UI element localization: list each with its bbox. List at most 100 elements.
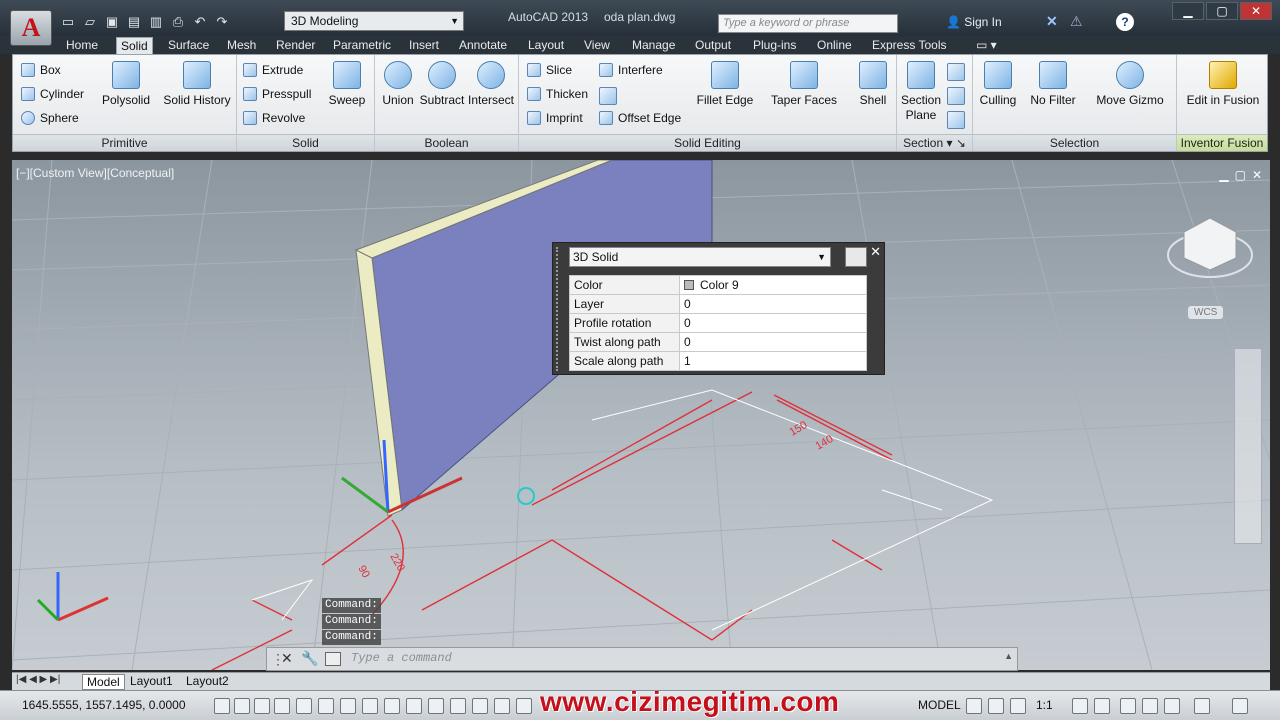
live-section-button[interactable] [947, 63, 970, 81]
tab-plug-ins[interactable]: Plug-ins [749, 37, 800, 53]
grid-display-icon[interactable] [254, 698, 270, 714]
slice-button[interactable]: Slice [527, 63, 572, 77]
new-icon[interactable]: ▭ [58, 13, 78, 31]
extract-edges-button[interactable] [599, 87, 622, 105]
lineweight-icon[interactable] [428, 698, 444, 714]
property-value[interactable]: 0 [679, 294, 867, 314]
auto-scale-icon[interactable] [1094, 698, 1110, 714]
3d-object-snap-icon[interactable] [340, 698, 356, 714]
object-type-dropdown[interactable]: 3D Solid ▼ [569, 247, 831, 267]
tab-insert[interactable]: Insert [405, 37, 443, 53]
imprint-button[interactable]: Imprint [527, 111, 583, 125]
navigation-bar[interactable] [1234, 348, 1262, 544]
cylinder-button[interactable]: Cylinder [21, 87, 84, 101]
polysolid-button[interactable]: Polysolid [99, 61, 153, 107]
tab-annotate[interactable]: Annotate [455, 37, 511, 53]
section-plane-button[interactable]: Section Plane [901, 61, 941, 123]
box-button[interactable]: Box [21, 63, 61, 77]
union-button[interactable]: Union [379, 61, 417, 107]
application-menu-button[interactable]: A [10, 10, 52, 46]
selection-cycling-icon[interactable] [494, 698, 510, 714]
workspace-dropdown[interactable]: 3D Modeling ▼ [284, 11, 464, 31]
presspull-button[interactable]: Presspull [243, 87, 311, 101]
model-space-button[interactable]: MODEL [918, 698, 961, 712]
save-icon[interactable]: ▣ [102, 13, 122, 31]
sign-in-button[interactable]: 👤 Sign In [946, 15, 1002, 29]
interfere-button[interactable]: Interfere [599, 63, 663, 77]
workspace-switching-icon[interactable] [1120, 698, 1136, 714]
tab-solid[interactable]: Solid [116, 37, 153, 54]
edit-in-fusion-button[interactable]: Edit in Fusion [1181, 61, 1265, 107]
viewport-close-button[interactable]: ✕ [1252, 168, 1262, 182]
tab-navigation-icons[interactable]: |◀ ◀ ▶ ▶| [16, 674, 60, 685]
property-value[interactable]: 0 [679, 313, 867, 333]
tab-render[interactable]: Render [272, 37, 319, 53]
shell-button[interactable]: Shell [855, 61, 891, 107]
panel-title-section[interactable]: Section ▾ ↘ [897, 134, 972, 151]
wcs-menu[interactable]: WCS [1188, 306, 1224, 319]
tab-online[interactable]: Online [813, 37, 856, 53]
drawing-viewport[interactable]: 150 140 220 90 [−][Custom View][Conceptu… [12, 160, 1270, 670]
offset-edge-button[interactable]: Offset Edge [599, 111, 681, 125]
restore-button[interactable]: ▢ [1206, 2, 1238, 20]
tab-layout[interactable]: Layout [524, 37, 568, 53]
redo-icon[interactable]: ↷ [212, 13, 232, 31]
close-button[interactable]: ✕ [1240, 2, 1272, 20]
table-row[interactable]: Profile rotation 0 [569, 313, 867, 333]
dynamic-ucs-icon[interactable] [384, 698, 400, 714]
minimize-button[interactable]: ▁ [1172, 2, 1204, 20]
panel-grip[interactable] [556, 247, 564, 371]
quick-properties-icon[interactable] [472, 698, 488, 714]
sphere-button[interactable]: Sphere [21, 111, 79, 125]
fillet-edge-button[interactable]: Fillet Edge [695, 61, 755, 107]
object-snap-tracking-icon[interactable] [362, 698, 378, 714]
save-as-icon[interactable]: ▤ [124, 13, 144, 31]
command-prompt-icon[interactable] [325, 652, 341, 666]
object-snap-icon[interactable] [318, 698, 334, 714]
close-icon[interactable]: ✕ [281, 650, 293, 667]
property-value[interactable]: Color 9 [679, 275, 867, 295]
taper-faces-button[interactable]: Taper Faces [771, 61, 837, 107]
table-row[interactable]: Layer 0 [569, 294, 867, 314]
tab-output[interactable]: Output [691, 37, 735, 53]
viewport-restore-button[interactable]: ▢ [1235, 168, 1246, 182]
transparency-icon[interactable] [450, 698, 466, 714]
quick-view-layouts-icon[interactable] [966, 698, 982, 714]
chevron-up-icon[interactable]: ▲ [1004, 651, 1013, 661]
autodesk-app-icon[interactable]: ⚠ [1070, 13, 1083, 30]
coordinates-readout[interactable]: 1645.5555, 1557.1495, 0.0000 [22, 698, 186, 712]
clean-screen-icon[interactable] [1232, 698, 1248, 714]
subtract-button[interactable]: Subtract [419, 61, 465, 107]
tab-surface[interactable]: Surface [164, 37, 213, 53]
infer-constraints-icon[interactable] [214, 698, 230, 714]
wrench-icon[interactable]: 🔧 [301, 650, 318, 667]
tab-parametric[interactable]: Parametric [329, 37, 395, 53]
open-icon[interactable]: ▱ [80, 13, 100, 31]
property-value[interactable]: 0 [679, 332, 867, 352]
lock-icon[interactable] [1142, 698, 1158, 714]
annotation-monitor-icon[interactable] [516, 698, 532, 714]
generate-section-button[interactable] [947, 111, 970, 129]
tab-mesh[interactable]: Mesh [223, 37, 260, 53]
tab-express-tools[interactable]: Express Tools [868, 37, 950, 53]
tab-layout2[interactable]: Layout2 [182, 674, 233, 688]
viewcube[interactable] [1167, 217, 1253, 278]
add-jog-button[interactable] [947, 87, 970, 105]
gizmo-y-axis[interactable] [341, 476, 389, 514]
intersect-button[interactable]: Intersect [467, 61, 515, 107]
tab-manage[interactable]: Manage [628, 37, 679, 53]
table-row[interactable]: Color Color 9 [569, 275, 867, 295]
ribbon-options-icon[interactable]: ▭ ▾ [972, 37, 1001, 53]
customize-button[interactable] [845, 247, 867, 267]
search-input[interactable]: Type a keyword or phrase [718, 14, 898, 33]
polar-tracking-icon[interactable] [296, 698, 312, 714]
culling-button[interactable]: Culling [975, 61, 1021, 107]
solid-history-button[interactable]: Solid History [161, 61, 233, 107]
close-icon[interactable]: ✕ [870, 244, 881, 260]
annotation-scale[interactable]: 1:1 [1036, 698, 1053, 712]
help-button[interactable]: ? [1116, 13, 1134, 31]
viewport-label[interactable]: [−][Custom View][Conceptual] [16, 166, 174, 180]
sweep-button[interactable]: Sweep [325, 61, 369, 107]
thicken-button[interactable]: Thicken [527, 87, 588, 101]
plot-icon[interactable]: ⎙ [168, 13, 188, 31]
